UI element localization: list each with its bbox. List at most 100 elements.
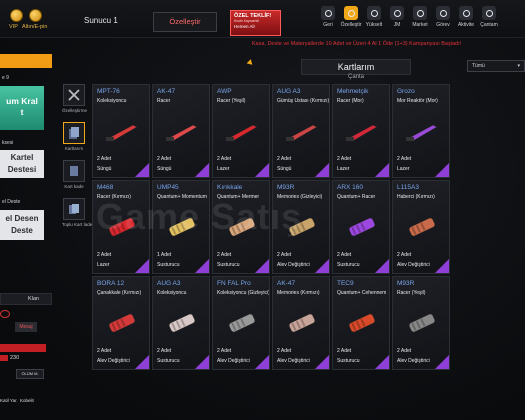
card-tile[interactable]: Kırıkkale Quantum+ Mermer 2 Adet Susturucu xyxy=(212,180,270,274)
card-tile[interactable]: FN FAL Pro Koleksiyoncu (Gizleyici) 2 Adet… xyxy=(212,276,270,370)
page-title: Kartlarım xyxy=(301,59,411,75)
card-tile[interactable]: Grozo Mor Reaktör (Mor) 2 Adet Lazer xyxy=(392,84,450,178)
card-attachment-type: Alev Değiştirici xyxy=(217,358,250,364)
card-weapon-name: M93R xyxy=(397,280,415,287)
card-skin-name: Memories (Kırmızı) xyxy=(277,290,320,296)
server-name[interactable]: Sunucu 1 xyxy=(84,16,118,25)
card-skin-name: Haberci (Kırmızı) xyxy=(397,194,435,200)
mouse-cursor-icon xyxy=(246,59,255,67)
nav-item-label: JM xyxy=(393,22,401,28)
sidebar-item-label: Toplu Kart İade xyxy=(62,222,93,227)
card-tile[interactable]: AUG A3 Gümüş Ustası (Kırmızı) 2 Adet Süngü xyxy=(272,84,330,178)
card-attachment-type: Lazer xyxy=(97,262,110,268)
nav-item-jm[interactable]: JM xyxy=(386,6,408,28)
card-tile[interactable]: ARX 160 Quantum+ Racer 2 Adet Susturucu xyxy=(332,180,390,274)
card-weapon-name: AWP xyxy=(217,88,232,95)
upgrade-icon xyxy=(367,6,381,20)
message-button[interactable]: Mesaj xyxy=(15,322,37,332)
sidebar-item-my-cards[interactable]: Kartlarım xyxy=(62,122,86,151)
cards-icon xyxy=(63,122,85,144)
activity-icon xyxy=(459,6,473,20)
card-attachment-type: Alev Değiştirici xyxy=(397,262,430,268)
attachment-image xyxy=(223,311,261,335)
card-tile[interactable]: AK-47 Racer 2 Adet Süngü xyxy=(152,84,210,178)
profile-tile[interactable]: um Kral t xyxy=(0,86,44,130)
vip-coin-icon[interactable] xyxy=(10,9,23,22)
card-weapon-name: UMP45 xyxy=(157,184,179,191)
nav-item-market[interactable]: Market xyxy=(409,6,431,28)
rarity-corner xyxy=(135,163,149,177)
card-weapon-name: BORA 12 xyxy=(97,280,125,287)
card-weapon-name: Mehmetçik xyxy=(337,88,369,95)
card-weapon-name: Kırıkkale xyxy=(217,184,243,191)
nav-item-g-rev[interactable]: Görev xyxy=(432,6,454,28)
card-skin-name: Koleksiyoncu xyxy=(157,290,187,296)
bulk-return-icon xyxy=(63,198,85,220)
status-icon xyxy=(0,310,10,318)
card-attachment-type: Süngü xyxy=(157,166,172,172)
card-weapon-name: M93R xyxy=(277,184,295,191)
card-tile[interactable]: M93R Racer (Yeşil) 2 Adet Alev Değiştirici xyxy=(392,276,450,370)
rarity-corner xyxy=(315,259,329,273)
nav-item-y-kselt[interactable]: Yükselt xyxy=(363,6,385,28)
rarity-corner xyxy=(255,259,269,273)
card-weapon-name: AK-47 xyxy=(277,280,296,287)
clan-button[interactable]: Klan xyxy=(0,293,52,305)
card-count: 2 Adet xyxy=(397,252,412,258)
gold-coin-icon[interactable] xyxy=(29,9,42,22)
nav-item-geri[interactable]: Geri xyxy=(317,6,339,28)
chevron-down-icon: ▾ xyxy=(517,63,520,69)
customize-button[interactable]: Özelleştir xyxy=(153,12,217,32)
nav-item-aktivite[interactable]: Aktivite xyxy=(455,6,477,28)
card-count: 2 Adet xyxy=(277,252,292,258)
card-count: 2 Adet xyxy=(217,156,232,162)
card-tile[interactable]: UMP45 Quantum+ Momentum 1 Adet Susturucu xyxy=(152,180,210,274)
rarity-corner xyxy=(435,259,449,273)
nav-item--zelle-tir[interactable]: Özelleştir xyxy=(340,6,362,28)
rarity-corner xyxy=(195,259,209,273)
card-count: 2 Adet xyxy=(97,156,112,162)
sidebar-item-bulk-return[interactable]: Toplu Kart İade xyxy=(62,198,93,227)
sort-select[interactable]: Tümü ▾ xyxy=(467,60,525,72)
card-tile[interactable]: BORA 12 Çanakkale (Kırmızı) 2 Adet Alev Değ… xyxy=(92,276,150,370)
attachment-image xyxy=(103,119,141,143)
card-count: 2 Adet xyxy=(337,348,352,354)
nav-item-label: Yükselt xyxy=(365,22,383,28)
card-skin-name: Racer (Yeşil) xyxy=(217,98,246,104)
card-attachment-type: Süngü xyxy=(97,166,112,172)
profile-tile-line1: um Kral xyxy=(6,96,38,106)
deck-tile-kartel[interactable]: Kartel Destesi xyxy=(0,150,44,178)
card-tile[interactable]: Mehmetçik Racer (Mor) 2 Adet Lazer xyxy=(332,84,390,178)
attachment-image xyxy=(283,119,321,143)
card-tile[interactable]: TEC9 Quantum+ Cehennem 2 Adet Susturucu xyxy=(332,276,390,370)
card-count: 1 Adet xyxy=(157,252,172,258)
card-tile[interactable]: AUG A3 Koleksiyoncu 2 Adet Susturucu xyxy=(152,276,210,370)
card-skin-name: Koleksiyoncu xyxy=(97,98,127,104)
card-attachment-type: Alev Değiştirici xyxy=(277,262,310,268)
card-attachment-type: Susturucu xyxy=(217,262,240,268)
nav-item-label: Özelleştir xyxy=(340,22,362,28)
offer-action: Hemen Al! xyxy=(234,24,255,29)
left-header-bar xyxy=(0,54,52,68)
attachment-image xyxy=(163,119,201,143)
card-weapon-name: ARX 160 xyxy=(337,184,364,191)
app-root: VIP Altın/E-pin Sunucu 1 Özelleştir ÖZEL… xyxy=(0,0,525,420)
deck-tile-desen[interactable]: el Desen Deste xyxy=(0,210,44,240)
back-icon xyxy=(321,6,335,20)
card-tile[interactable]: L115A3 Haberci (Kırmızı) 2 Adet Alev Değişt… xyxy=(392,180,450,274)
card-tile[interactable]: M93R Memories (Gizleyici) 2 Adet Alev Değiş… xyxy=(272,180,330,274)
card-tile[interactable]: AWP Racer (Yeşil) 2 Adet Lazer xyxy=(212,84,270,178)
nav-item-label: Geri xyxy=(323,22,333,28)
sidebar-item-customization[interactable]: Özelleştirme xyxy=(62,84,87,113)
card-tile[interactable]: AK-47 Memories (Kırmızı) 2 Adet Alev Değişt… xyxy=(272,276,330,370)
sidebar-item-card-trade[interactable]: Kart kade xyxy=(62,160,86,189)
health-bar xyxy=(0,344,46,352)
special-offer-banner[interactable]: ÖZEL TEKLİF! Kısıtlı Kapsamlı! Hemen Al! xyxy=(230,10,281,36)
nav-item--antam[interactable]: Çantam xyxy=(478,6,500,28)
page-subtitle: Çanta xyxy=(347,74,364,80)
rarity-corner xyxy=(135,259,149,273)
card-tile[interactable]: MPT-76 Koleksiyoncu 2 Adet Süngü xyxy=(92,84,150,178)
rarity-corner xyxy=(435,163,449,177)
currency-label: Altın/E-pin xyxy=(22,24,48,30)
card-tile[interactable]: M468 Racer (Kırmızı) 2 Adet Lazer xyxy=(92,180,150,274)
